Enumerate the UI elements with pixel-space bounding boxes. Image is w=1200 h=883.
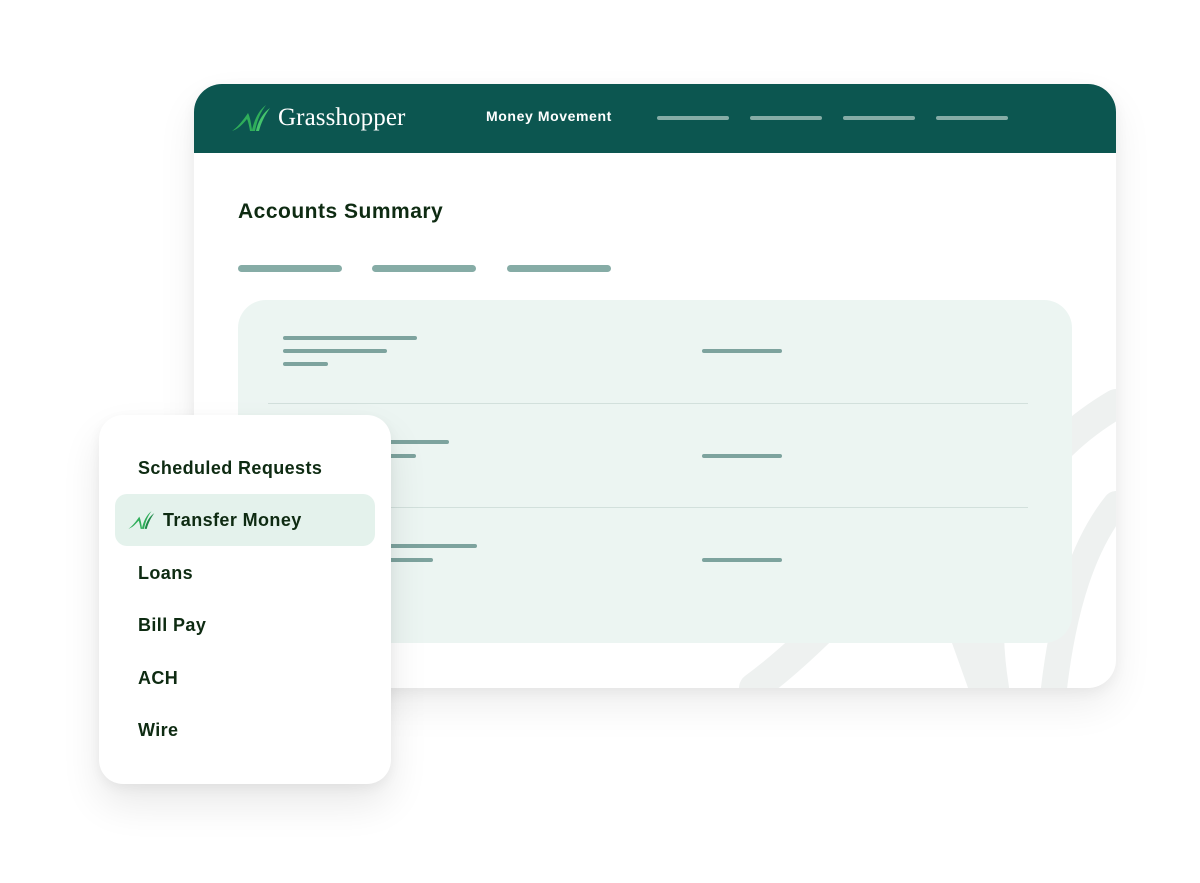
tab-placeholder[interactable] — [238, 265, 342, 272]
account-row[interactable] — [238, 300, 1072, 404]
tab-placeholder[interactable] — [507, 265, 611, 272]
grass-blades-icon — [232, 105, 270, 131]
grass-blades-icon — [128, 511, 155, 529]
menu-item-scheduled-requests[interactable]: Scheduled Requests — [115, 442, 375, 494]
menu-item-transfer-money[interactable]: Transfer Money — [115, 494, 375, 546]
menu-item-ach[interactable]: ACH — [115, 652, 375, 704]
brand-logo[interactable]: Grasshopper — [230, 100, 405, 136]
nav-placeholder[interactable] — [936, 116, 1008, 120]
page-title: Accounts Summary — [238, 200, 444, 223]
menu-item-label: Scheduled Requests — [138, 457, 323, 478]
account-detail-placeholder — [283, 362, 328, 366]
menu-item-loans[interactable]: Loans — [115, 547, 375, 599]
tab-placeholder[interactable] — [372, 265, 476, 272]
menu-item-label: Loans — [138, 562, 194, 583]
account-detail-placeholder — [283, 349, 387, 353]
nav-money-movement[interactable]: Money Movement — [486, 108, 612, 124]
menu-item-label: Bill Pay — [138, 614, 207, 635]
brand-name: Grasshopper — [278, 104, 406, 131]
menu-item-bill-pay[interactable]: Bill Pay — [115, 599, 375, 651]
nav-placeholder[interactable] — [657, 116, 729, 120]
account-balance-placeholder — [702, 558, 782, 562]
account-balance-placeholder — [702, 349, 782, 353]
account-name-placeholder — [283, 336, 417, 340]
menu-item-wire[interactable]: Wire — [115, 704, 375, 756]
menu-item-label: ACH — [138, 667, 179, 688]
nav-placeholder[interactable] — [843, 116, 915, 120]
menu-item-label: Transfer Money — [163, 509, 302, 530]
nav-placeholder[interactable] — [750, 116, 822, 120]
account-balance-placeholder — [702, 454, 782, 458]
money-movement-menu: Scheduled Requests Transfer Money Loans … — [99, 415, 391, 784]
top-navigation-bar: Grasshopper Money Movement — [194, 84, 1116, 153]
menu-item-label: Wire — [138, 719, 179, 740]
